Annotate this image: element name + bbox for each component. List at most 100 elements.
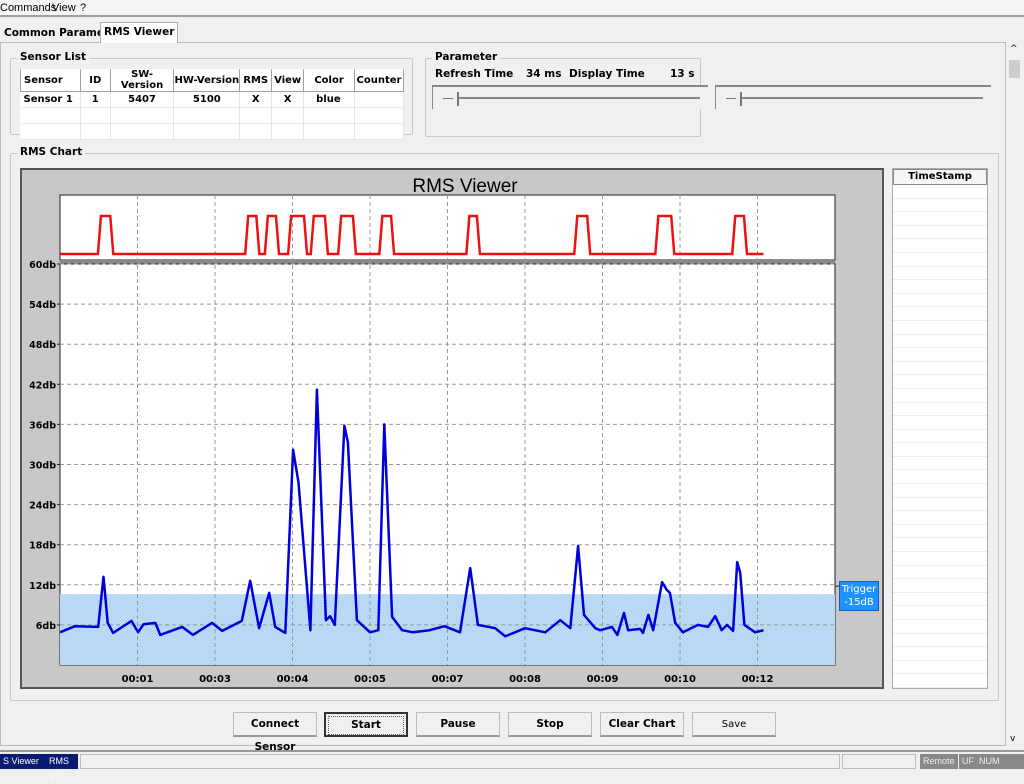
display-time-label: Display Time: [569, 68, 645, 80]
status-bar: S Viewer RMS Vi Remote UF NUM: [0, 750, 1024, 781]
col-color[interactable]: Color: [303, 69, 355, 92]
scroll-down-icon[interactable]: v: [1010, 734, 1015, 744]
pause-button[interactable]: Pause: [416, 712, 500, 737]
x-tick-label: 00:08: [509, 674, 541, 685]
timestamp-row[interactable]: [893, 470, 987, 485]
timestamp-row[interactable]: [893, 416, 987, 430]
timestamp-row[interactable]: [893, 538, 987, 553]
col-sw-version[interactable]: SW-Version: [109, 69, 175, 92]
scroll-up-icon[interactable]: ^: [1010, 44, 1018, 54]
cell-view: X: [271, 91, 305, 108]
taskbar-item-1[interactable]: S Viewer: [0, 754, 46, 769]
col-sensor[interactable]: Sensor: [20, 69, 81, 92]
timestamp-row[interactable]: [893, 634, 987, 648]
timestamp-row[interactable]: [893, 389, 987, 403]
cell-rms: X: [239, 91, 273, 108]
timestamp-row[interactable]: [893, 484, 987, 498]
timestamp-header[interactable]: TimeStamp: [893, 169, 987, 185]
timestamp-row[interactable]: [893, 511, 987, 525]
y-tick-label: 48db: [29, 340, 56, 351]
slider-thumb[interactable]: [722, 92, 742, 106]
cell-counter: [354, 91, 405, 108]
timestamp-row[interactable]: [893, 443, 987, 457]
table-row[interactable]: Sensor 1 1 5407 5100 X X blue: [20, 91, 405, 108]
timestamp-row[interactable]: [893, 307, 987, 321]
timestamp-row[interactable]: [893, 606, 987, 620]
menu-bar: Commands View ?: [0, 0, 1024, 17]
timestamp-row[interactable]: [893, 661, 987, 675]
cell-hw-version: 5100: [173, 91, 241, 108]
menu-view[interactable]: View: [52, 2, 76, 14]
menu-commands[interactable]: Commands: [0, 2, 56, 14]
trigger-level-button[interactable]: Trigger -15dB: [839, 581, 879, 611]
taskbar-item-2[interactable]: RMS Vi: [46, 754, 78, 781]
timestamp-row[interactable]: [893, 239, 987, 253]
timestamp-row[interactable]: [893, 199, 987, 213]
rms-chart-title: RMS Chart: [17, 146, 86, 158]
refresh-time-value: 34 ms: [526, 68, 562, 80]
sensor-list-title: Sensor List: [17, 51, 90, 63]
menu-help[interactable]: ?: [80, 2, 86, 14]
timestamp-row[interactable]: [893, 647, 987, 661]
x-tick-label: 00:05: [354, 674, 386, 685]
tab-rms-viewer[interactable]: RMS Viewer: [100, 22, 179, 43]
timestamp-row[interactable]: [893, 498, 987, 512]
status-field-2: [842, 754, 916, 769]
timestamp-row[interactable]: [893, 267, 987, 281]
x-tick-label: 00:04: [277, 674, 309, 685]
y-tick-label: 42db: [29, 380, 56, 391]
cell-sensor: Sensor 1: [20, 91, 81, 108]
col-id[interactable]: ID: [79, 69, 111, 92]
timestamp-row[interactable]: [893, 579, 987, 593]
sensor-table[interactable]: Sensor ID SW-Version HW-Version RMS View…: [20, 69, 405, 140]
timestamp-row[interactable]: [893, 212, 987, 226]
timestamp-row[interactable]: [893, 185, 987, 199]
timestamp-row[interactable]: [893, 566, 987, 580]
col-hw-version[interactable]: HW-Version: [173, 69, 241, 92]
timestamp-row[interactable]: [893, 280, 987, 294]
timestamp-row[interactable]: [893, 321, 987, 335]
col-view[interactable]: View: [271, 69, 305, 92]
stop-button[interactable]: Stop: [508, 712, 592, 737]
timestamp-row[interactable]: [893, 375, 987, 389]
y-tick-label: 54db: [29, 300, 56, 311]
timestamp-row[interactable]: [893, 403, 987, 417]
timestamp-row[interactable]: [893, 226, 987, 240]
col-counter[interactable]: Counter: [353, 69, 405, 92]
rms-chart-svg: RMS Viewer 00:01 00:03 00:04 00:05 00:07 00:0…: [29, 176, 839, 685]
table-row-empty: [20, 123, 405, 140]
x-tick-label: 00:07: [432, 674, 464, 685]
slider-thumb[interactable]: [439, 92, 459, 106]
timestamp-list[interactable]: TimeStamp: [892, 168, 988, 689]
save-button[interactable]: Save: [692, 712, 776, 737]
timestamp-row[interactable]: [893, 348, 987, 362]
cell-id: 1: [80, 91, 111, 108]
timestamp-row[interactable]: [893, 593, 987, 607]
start-label: Start: [328, 716, 404, 735]
connect-sensor-button[interactable]: Connect Sensor: [233, 712, 317, 753]
timestamp-row[interactable]: [893, 294, 987, 308]
start-button[interactable]: Start: [324, 712, 408, 737]
timestamp-row[interactable]: [893, 335, 987, 349]
display-time-slider[interactable]: [715, 85, 991, 109]
table-row-empty: [20, 107, 405, 124]
sensor-list-group: Sensor List Sensor ID SW-Version HW-Vers…: [10, 51, 413, 140]
timestamp-row[interactable]: [893, 525, 987, 539]
y-tick-label: 30db: [29, 461, 56, 472]
timestamp-row[interactable]: [893, 620, 987, 634]
status-field: [80, 754, 840, 769]
x-tick-label: 00:03: [199, 674, 231, 685]
refresh-time-slider[interactable]: [432, 85, 708, 109]
parameter-title: Parameter: [432, 51, 501, 63]
timestamp-row[interactable]: [893, 362, 987, 376]
timestamp-row[interactable]: [893, 674, 987, 688]
timestamp-row[interactable]: [893, 253, 987, 267]
y-tick-label: 36db: [29, 420, 56, 431]
scroll-thumb[interactable]: [1009, 60, 1020, 78]
timestamp-row[interactable]: [893, 457, 987, 471]
clear-chart-button[interactable]: Clear Chart: [600, 712, 684, 737]
vertical-scrollbar[interactable]: ^ v: [1006, 42, 1024, 748]
col-rms[interactable]: RMS: [239, 69, 273, 92]
timestamp-row[interactable]: [893, 430, 987, 444]
timestamp-row[interactable]: [893, 552, 987, 566]
